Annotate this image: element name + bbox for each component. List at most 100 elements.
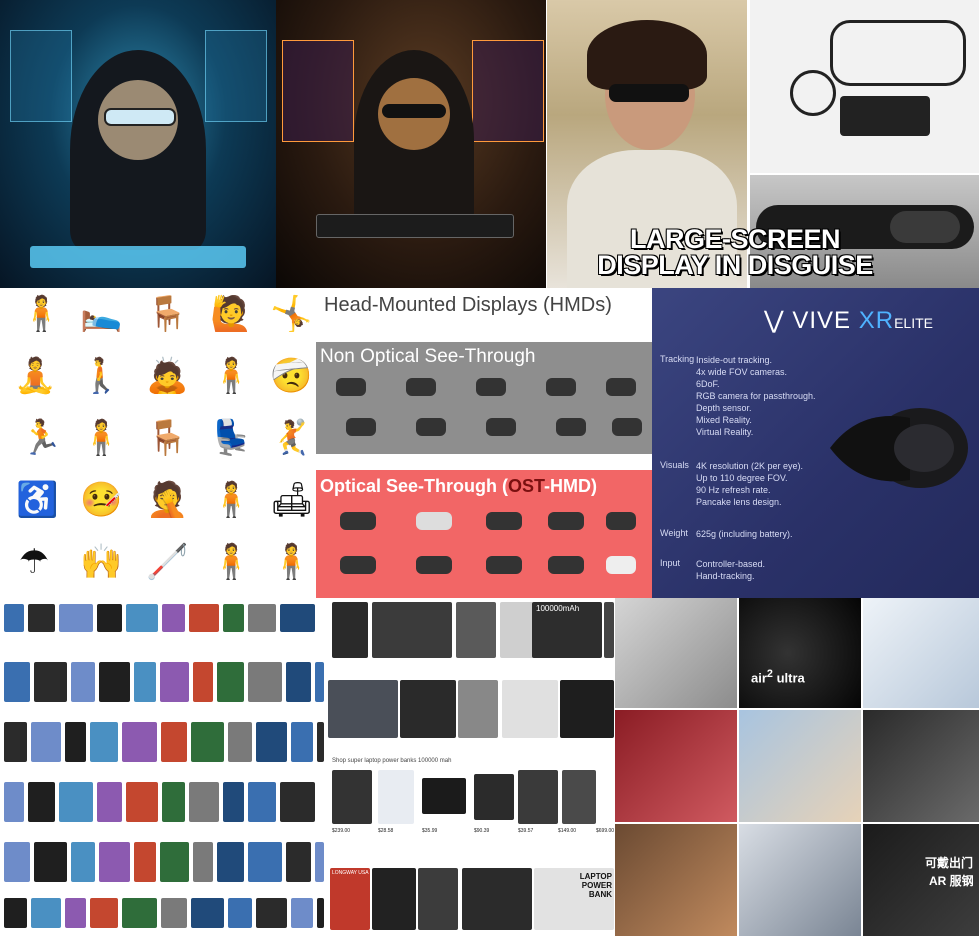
power-bank-thumb[interactable] <box>372 602 452 658</box>
power-bank-thumb[interactable] <box>560 680 614 738</box>
collage-cell[interactable]: air2 ultra <box>739 598 861 708</box>
power-bank-thumb[interactable] <box>562 770 596 824</box>
tablet-thumb[interactable] <box>160 662 189 702</box>
tablet-thumb[interactable] <box>162 782 185 822</box>
tablet-thumb[interactable] <box>315 842 324 882</box>
tablet-thumb[interactable] <box>161 722 187 762</box>
tablet-thumb[interactable] <box>134 662 156 702</box>
tablet-thumb[interactable] <box>248 662 282 702</box>
tablet-thumb[interactable] <box>4 662 30 702</box>
tablet-thumb[interactable] <box>223 782 244 822</box>
vive-xr-elite-spec-card[interactable]: ⋁ VIVE XRELITE Tracking Inside-out track… <box>652 288 979 598</box>
tablet-thumb[interactable] <box>248 782 276 822</box>
tablet-thumb[interactable] <box>191 722 224 762</box>
tablet-thumb[interactable] <box>99 662 130 702</box>
power-bank-thumb[interactable] <box>474 774 514 820</box>
tablet-thumb[interactable] <box>4 782 24 822</box>
power-bank-thumb[interactable] <box>418 868 458 930</box>
power-bank-thumb[interactable] <box>456 602 496 658</box>
power-bank-thumb[interactable] <box>378 770 414 824</box>
tablet-thumb[interactable] <box>34 662 67 702</box>
power-bank-thumb[interactable] <box>458 680 498 738</box>
tablet-thumb[interactable] <box>189 604 219 632</box>
tablet-thumb[interactable] <box>122 898 157 928</box>
tablet-thumb[interactable] <box>160 842 189 882</box>
tablet-thumb[interactable] <box>71 662 95 702</box>
tablet-thumb[interactable] <box>291 898 313 928</box>
power-bank-thumb[interactable]: LAPTOP POWER BANK <box>534 868 614 930</box>
tablet-thumb[interactable] <box>248 842 282 882</box>
shop-bar[interactable]: Shop super laptop power banks 100000 mah <box>332 758 451 764</box>
tablet-thumb[interactable] <box>189 782 219 822</box>
tablet-thumb[interactable] <box>193 842 213 882</box>
tablet-thumb[interactable] <box>134 842 156 882</box>
power-bank-thumb[interactable] <box>604 602 614 658</box>
power-bank-thumb[interactable] <box>332 602 368 658</box>
power-bank-thumb[interactable] <box>332 770 372 824</box>
tablet-thumb[interactable] <box>317 722 324 762</box>
power-bank-thumb[interactable] <box>502 680 558 738</box>
power-bank-thumb[interactable] <box>400 680 456 738</box>
tablet-thumb[interactable] <box>31 898 61 928</box>
tablet-thumb[interactable] <box>90 898 118 928</box>
tablet-thumb[interactable] <box>90 722 118 762</box>
tablet-thumb[interactable] <box>161 898 187 928</box>
tablet-thumb[interactable] <box>280 604 315 632</box>
tablet-thumb[interactable] <box>71 842 95 882</box>
power-bank-search-results[interactable]: 100000mAh Shop super laptop power banks … <box>328 598 615 936</box>
tablet-thumb[interactable] <box>122 722 157 762</box>
tablet-thumb[interactable] <box>193 662 213 702</box>
tablet-thumb[interactable] <box>59 782 93 822</box>
collage-cell[interactable] <box>615 710 737 822</box>
tablet-thumb[interactable] <box>217 842 244 882</box>
tablet-thumb[interactable] <box>291 722 313 762</box>
collage-cell[interactable] <box>615 824 737 936</box>
tablet-thumb[interactable] <box>31 722 61 762</box>
tablet-thumb[interactable] <box>97 604 122 632</box>
tablet-thumb[interactable] <box>59 604 93 632</box>
tablet-thumb[interactable] <box>28 782 55 822</box>
tablet-thumb[interactable] <box>65 722 86 762</box>
tablet-thumb[interactable] <box>34 842 67 882</box>
tablet-thumb[interactable] <box>97 782 122 822</box>
tablet-thumb[interactable] <box>191 898 224 928</box>
tablet-thumb[interactable] <box>126 604 158 632</box>
tablet-thumb[interactable] <box>228 722 252 762</box>
tablet-thumb[interactable] <box>317 898 324 928</box>
tablet-thumb[interactable] <box>99 842 130 882</box>
collage-cell[interactable] <box>739 710 861 822</box>
human-pictogram-grid[interactable]: 🧍 🛌 🪑 🙋 🤸 🧘 🚶 🙇 🧍 🤕 🏃 🧍 🪑 💺 🤾 ♿ 🤒 🤦 🧍 🛋 … <box>0 288 316 598</box>
ar-glasses-box-image[interactable] <box>750 0 979 173</box>
tablet-thumb[interactable] <box>286 842 311 882</box>
collage-cell[interactable] <box>863 710 979 822</box>
tablet-thumb[interactable] <box>162 604 185 632</box>
tablet-thumb[interactable] <box>228 898 252 928</box>
tablet-thumb[interactable] <box>256 722 287 762</box>
tablet-thumb[interactable] <box>217 662 244 702</box>
collage-cell[interactable] <box>863 598 979 708</box>
tablet-thumb[interactable] <box>286 662 311 702</box>
tablet-search-results[interactable] <box>0 598 328 936</box>
tablet-thumb[interactable] <box>248 604 276 632</box>
power-bank-thumb[interactable] <box>462 868 532 930</box>
ar-glasses-collage[interactable]: air2 ultra 可戴出门 AR 服钢 <box>615 598 979 936</box>
power-bank-thumb[interactable] <box>372 868 416 930</box>
tablet-thumb[interactable] <box>315 662 324 702</box>
tablet-thumb[interactable] <box>28 604 55 632</box>
tablet-thumb[interactable] <box>280 782 315 822</box>
power-bank-thumb[interactable] <box>422 778 466 814</box>
tablet-thumb[interactable] <box>256 898 287 928</box>
collage-cell[interactable] <box>739 824 861 936</box>
tablet-thumb[interactable] <box>4 604 24 632</box>
collage-cell[interactable]: 可戴出门 AR 服钢 <box>863 824 979 936</box>
power-bank-thumb[interactable]: LONGWAY USA <box>330 868 370 930</box>
power-bank-thumb[interactable] <box>518 770 558 824</box>
tablet-thumb[interactable] <box>4 898 27 928</box>
hacker-cat-blue-image[interactable] <box>0 0 276 288</box>
hmd-infographic[interactable]: Head-Mounted Displays (HMDs) Non Optical… <box>316 288 652 598</box>
tablet-thumb[interactable] <box>65 898 86 928</box>
tablet-thumb[interactable] <box>223 604 244 632</box>
tablet-thumb[interactable] <box>126 782 158 822</box>
collage-cell[interactable] <box>615 598 737 708</box>
power-bank-thumb[interactable] <box>328 680 398 738</box>
